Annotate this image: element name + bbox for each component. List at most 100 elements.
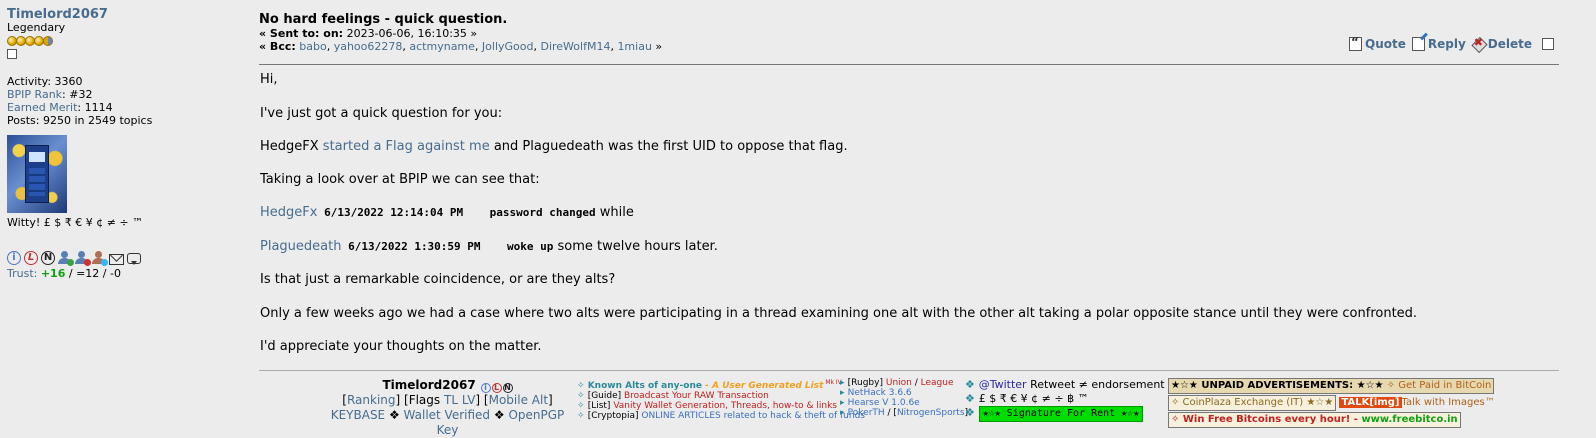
bcc-user[interactable]: babo (299, 40, 326, 53)
text: / (911, 378, 921, 388)
user-list-link[interactable]: A User Generated List (712, 381, 823, 391)
lv-link[interactable]: LV (462, 393, 476, 407)
hearse-link[interactable]: Hearse V 1.0.6e (848, 398, 920, 408)
half-coin-icon (43, 36, 53, 46)
tardis-image (25, 145, 49, 203)
signature-col-social: ❖ @Twitter Retweet ≠ endorsement ❖ £ $ ₹… (965, 378, 1165, 422)
body-line: I'd appreciate your thoughts on the matt… (260, 339, 542, 354)
talk-with-images-link[interactable]: Talk with Images™ (1402, 397, 1495, 408)
quote-button[interactable]: Quote (1349, 35, 1406, 51)
text: Retweet ≠ endorsement (1026, 378, 1165, 391)
body-line: Taking a look over at BPIP we can see th… (260, 172, 540, 187)
message-subject: No hard feelings - quick question. (259, 12, 508, 27)
text: [Guide] (587, 391, 624, 401)
bcc-label: « Bcc: (259, 40, 296, 53)
add-buddy-icon[interactable] (58, 251, 74, 266)
ranking-link[interactable]: Ranking (347, 393, 396, 407)
mobile-alt-link[interactable]: Mobile Alt (489, 393, 548, 407)
tl-link[interactable]: TL (444, 393, 458, 407)
mail-icon[interactable] (109, 253, 124, 265)
bpip-rank-link[interactable]: BPIP Rank (7, 88, 62, 101)
loyce-icon[interactable]: L (491, 383, 502, 393)
signature-links: Timelord2067 iLN [Ranking] [Flags TL LV]… (330, 378, 565, 437)
freebitcoin-link[interactable]: ✧ Win Free Bitcoins every hour! - www.fr… (1168, 412, 1461, 428)
reply-label: Reply (1427, 37, 1466, 51)
currency-symbols: £ $ ₹ € ¥ ¢ ≠ ÷ ฿ ™ (978, 392, 1089, 405)
body-line: Is that just a remarkable coincidence, o… (260, 272, 616, 287)
bcc-end: » (655, 40, 663, 53)
body-line: I've just got a quick question for you: (260, 106, 503, 121)
twitter-link[interactable]: @Twitter (979, 378, 1027, 391)
body-line: Only a few weeks ago we had a case where… (260, 306, 1418, 321)
delete-label: Delete (1487, 37, 1533, 51)
flag-link[interactable]: started a Flag against me (323, 139, 490, 154)
rank-coins (7, 36, 247, 47)
text: / [ (884, 408, 897, 418)
header-divider (259, 64, 1559, 65)
bcc-user[interactable]: JollyGood (482, 40, 534, 53)
bcc-user[interactable]: 1miau (617, 40, 651, 53)
signature-ads: ★☆★ UNPAID ADVERTISEMENTS: ★☆★ ✧ Get Pai… (1168, 378, 1495, 429)
info-icon[interactable]: i (7, 251, 21, 265)
text: HedgeFX (260, 139, 323, 154)
quote-icon (1349, 35, 1362, 51)
personal-text: Witty! £ $ ₹ € ¥ ¢ ≠ ÷ ™ (7, 216, 144, 229)
known-alts-link[interactable]: Known Alts of any-one (588, 381, 702, 391)
info-icon[interactable]: i (480, 383, 491, 393)
signature-col-guides: ✧ Known Alts of any-one - A User Generat… (577, 379, 865, 421)
poster-select-checkbox[interactable] (7, 49, 17, 59)
pokerth-link[interactable]: PokerTH (848, 408, 885, 418)
reply-button[interactable]: Reply (1411, 37, 1466, 51)
text: some twelve hours later. (553, 239, 718, 254)
ninjastic-icon[interactable]: N (41, 251, 55, 265)
bcc-user[interactable]: yahoo62278 (334, 40, 403, 53)
text: while (595, 205, 634, 220)
delete-icon (1472, 36, 1485, 51)
user-gold-icon[interactable] (92, 251, 108, 266)
poster-info: Timelord2067 Legendary Activity: 3360 BP… (7, 8, 247, 280)
ninjastic-icon[interactable]: N (502, 383, 513, 393)
hedgefx-link[interactable]: HedgeFx (260, 205, 317, 220)
sent-date: 2023-06-06, 16:10:35 » (343, 27, 478, 40)
text: Mk IV (823, 379, 842, 386)
loyce-icon[interactable]: L (24, 251, 38, 265)
online-articles-link[interactable]: ONLINE ARTICLES related to hack & theft … (641, 411, 865, 421)
bcc-user[interactable]: DireWolfM14 (540, 40, 610, 53)
coinplaza-link[interactable]: ✧ CoinPlaza Exchange (IT) ★☆★ (1168, 395, 1337, 411)
signature-name: Timelord2067 (382, 378, 476, 392)
earned-merit-link[interactable]: Earned Merit (7, 101, 77, 114)
ignore-user-icon[interactable] (75, 251, 91, 266)
message-select-checkbox[interactable] (1542, 38, 1555, 50)
body-line: Hi, (260, 72, 278, 87)
text: www.freebitco.in (1361, 414, 1458, 425)
bcc-user[interactable]: actmyname (409, 40, 475, 53)
wallet-verified-link[interactable]: Wallet Verified (404, 408, 491, 422)
bpip-rank-value: : #32 (62, 88, 93, 101)
earned-merit-value: : 1114 (77, 101, 113, 114)
signature-divider (259, 370, 1559, 371)
get-paid-link[interactable]: ✧ Get Paid in BitCoin (1384, 380, 1492, 391)
text: ✧ CoinPlaza Exchange (IT) ★☆★ (1171, 397, 1334, 408)
trust-score: Trust: +16 / =12 / -0 (7, 267, 247, 280)
text: [Rugby] (847, 378, 886, 388)
plaguedeath-link[interactable]: Plaguedeath (260, 239, 341, 254)
broadcast-raw-link[interactable]: Broadcast Your RAW Transaction (624, 391, 769, 401)
union-link[interactable]: Union (886, 378, 912, 388)
league-link[interactable]: League (921, 378, 954, 388)
reply-icon (1411, 37, 1425, 51)
talk-img-link[interactable]: TALK[img] (1339, 397, 1402, 408)
speech-bubble-icon[interactable] (127, 252, 141, 265)
timestamp: 6/13/2022 1:30:59 PM woke up (341, 240, 554, 253)
poster-activity: Activity: 3360 (7, 75, 83, 88)
body-line: Plaguedeath 6/13/2022 1:30:59 PM woke up… (260, 239, 718, 254)
signature-rent-link[interactable]: ★☆★ Signature For Rent ★☆★ (978, 406, 1144, 422)
keybase-link[interactable]: KEYBASE (331, 408, 385, 422)
trust-rest: / =12 / -0 (65, 267, 121, 280)
text: and Plaguedeath was the first UID to opp… (489, 139, 848, 154)
nitrogen-link[interactable]: NitrogenSports (897, 408, 965, 418)
vanity-wallet-link[interactable]: Vanity Wallet Generation, Threads, how-t… (613, 401, 837, 411)
delete-button[interactable]: Delete (1472, 36, 1533, 51)
nethack-link[interactable]: NetHack 3.6.6 (848, 388, 912, 398)
poster-username[interactable]: Timelord2067 (7, 8, 247, 21)
trust-label[interactable]: Trust: (7, 267, 41, 280)
